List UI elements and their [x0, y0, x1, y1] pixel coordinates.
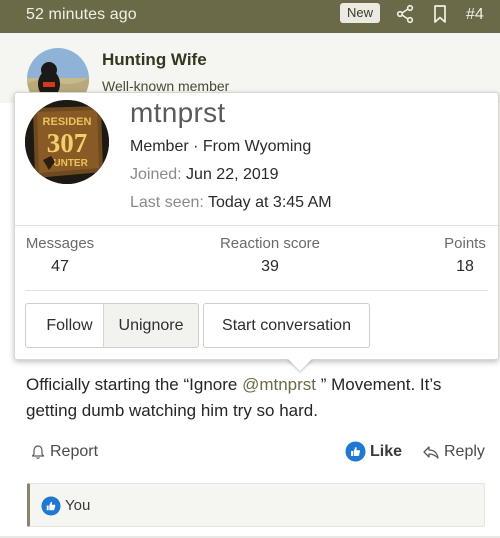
- stat-messages[interactable]: Messages 47: [25, 235, 95, 276]
- user-mention-link[interactable]: @mtnprst: [242, 375, 316, 394]
- joined-value: Jun 22, 2019: [186, 166, 279, 183]
- like-label: Like: [370, 442, 403, 460]
- stat-label: Messages: [25, 235, 95, 252]
- card-divider: [25, 290, 488, 291]
- member-joined-line: Joined: Jun 22, 2019: [130, 166, 279, 184]
- bell-icon: [31, 445, 45, 459]
- member-last-seen-line: Last seen: Today at 3:45 AM: [130, 194, 332, 212]
- stat-label: Reaction score: [219, 235, 321, 252]
- reply-button[interactable]: Reply: [422, 443, 485, 461]
- joined-label: Joined:: [130, 166, 182, 183]
- post-message-body: Officially starting the “Ignore @mtnprst…: [26, 372, 486, 424]
- message-text-before: Officially starting the “Ignore: [26, 375, 243, 394]
- stat-value: 18: [456, 258, 474, 275]
- start-conversation-button[interactable]: Start conversation: [203, 303, 370, 348]
- post-timestamp[interactable]: 52 minutes ago: [26, 6, 137, 24]
- report-label: Report: [50, 443, 99, 460]
- bookmark-icon[interactable]: [430, 4, 450, 24]
- stat-label: Points: [444, 235, 486, 252]
- member-username[interactable]: mtnprst: [130, 97, 225, 129]
- follow-button[interactable]: Follow: [25, 303, 114, 348]
- new-badge: New: [340, 3, 380, 23]
- reply-label: Reply: [444, 443, 485, 460]
- stat-value: 39: [261, 258, 279, 275]
- report-button[interactable]: Report: [30, 443, 98, 461]
- card-pointer-arrow: [287, 358, 313, 371]
- member-tooltip-card: RESIDEN 307 HUNTER mtnprst Member · From…: [14, 92, 499, 360]
- avatar-text-top: RESIDEN: [43, 116, 92, 128]
- thumbs-up-icon: [345, 441, 366, 462]
- like-button[interactable]: Like: [345, 441, 402, 462]
- last-seen-value: Today at 3:45 AM: [207, 194, 332, 211]
- post-actions-bar: Report Like Reply: [0, 440, 500, 466]
- member-stats: Messages 47 Reaction score 39 Points 18: [15, 235, 498, 285]
- reply-arrow-icon: [423, 446, 439, 459]
- stat-value: 47: [51, 258, 69, 275]
- stat-points[interactable]: Points 18: [435, 235, 495, 276]
- thumbs-up-icon: [41, 496, 61, 516]
- card-divider: [15, 225, 498, 226]
- avatar-text-number: 307: [47, 128, 88, 158]
- reactions-bar[interactable]: You: [27, 483, 485, 527]
- author-name[interactable]: Hunting Wife: [102, 50, 207, 70]
- member-role-line: Member · From Wyoming: [130, 138, 312, 155]
- last-seen-label: Last seen:: [130, 194, 204, 211]
- post-number-link[interactable]: #4: [466, 6, 484, 24]
- member-avatar[interactable]: RESIDEN 307 HUNTER: [25, 100, 109, 184]
- post-header-bar: 52 minutes ago New #4: [0, 0, 500, 33]
- reactions-list-text[interactable]: You: [65, 497, 90, 514]
- unignore-button[interactable]: Unignore: [103, 303, 199, 348]
- share-icon[interactable]: [395, 4, 415, 24]
- stat-reaction-score[interactable]: Reaction score 39: [205, 235, 335, 276]
